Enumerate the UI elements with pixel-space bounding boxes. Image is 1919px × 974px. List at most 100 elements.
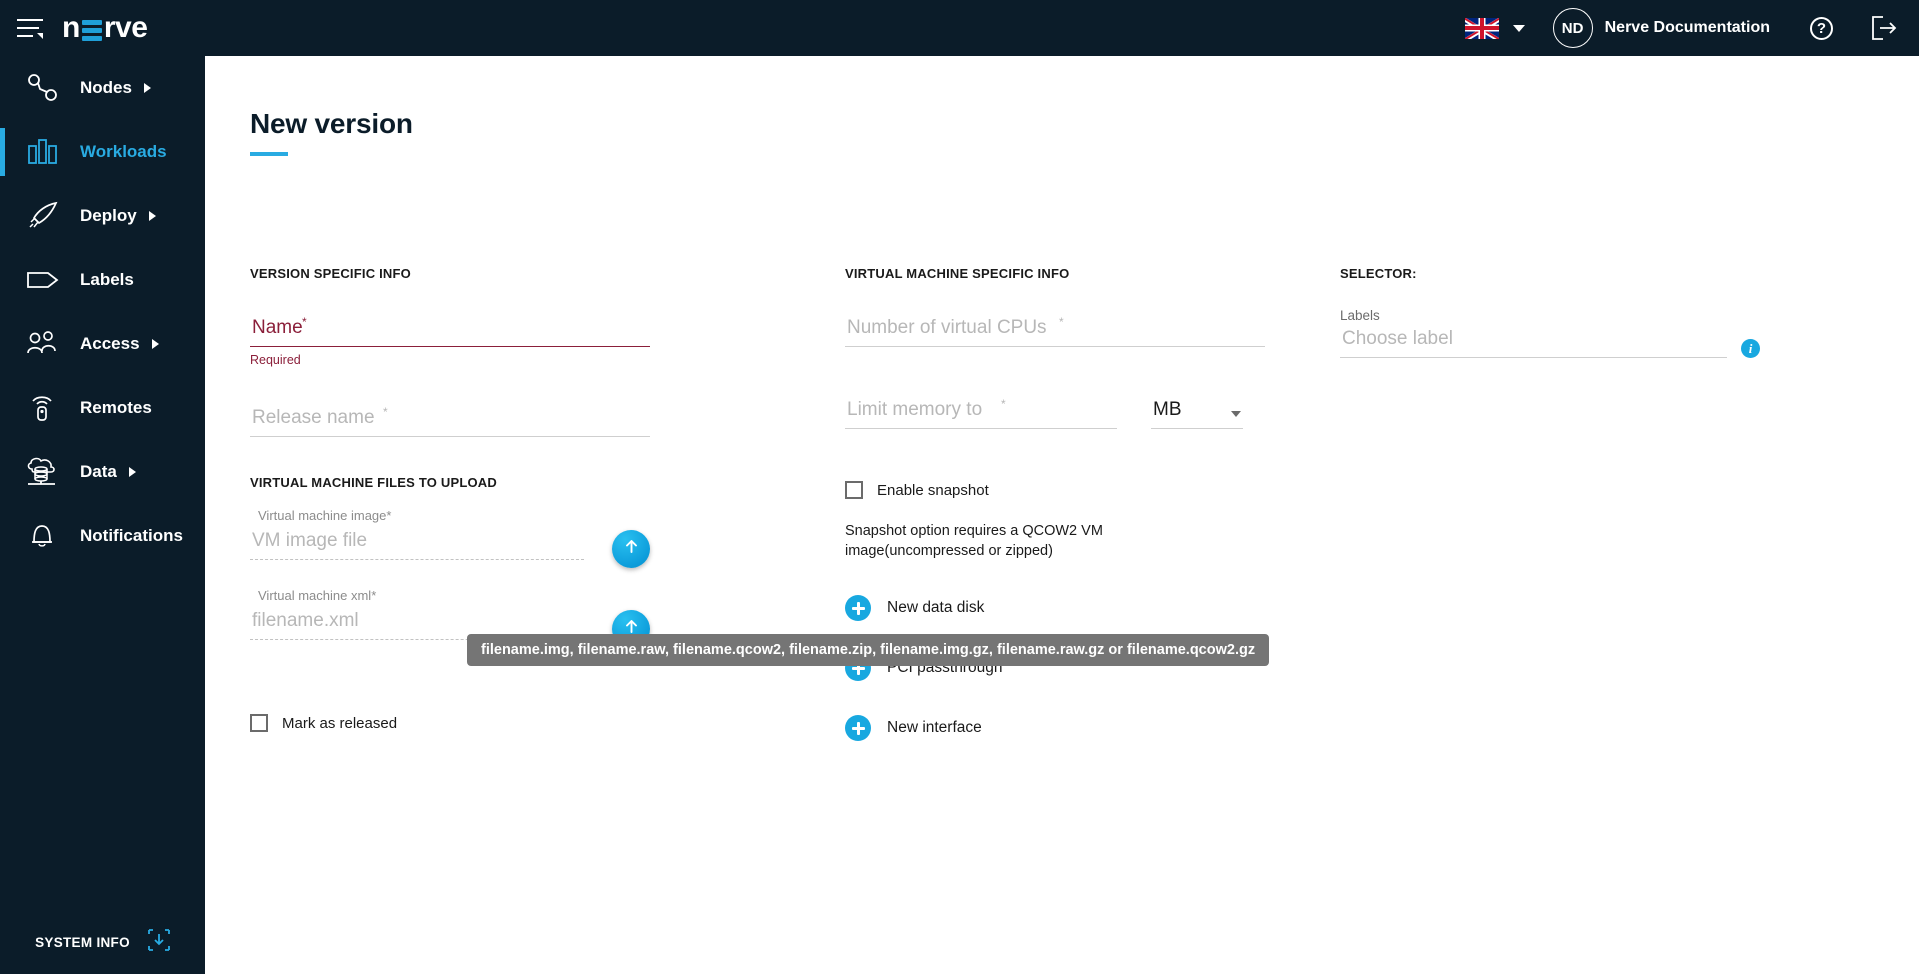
sidebar-item-remotes[interactable]: Remotes: [0, 376, 205, 440]
sidebar-item-nodes[interactable]: Nodes: [0, 56, 205, 120]
memory-field-wrapper: *: [845, 395, 1117, 429]
help-icon-glyph: ?: [1817, 20, 1826, 37]
system-info-button[interactable]: SYSTEM INFO: [0, 929, 205, 956]
language-selector[interactable]: [1465, 18, 1525, 39]
info-icon[interactable]: i: [1741, 339, 1760, 358]
sidebar-item-label: Remotes: [80, 398, 152, 418]
sidebar-item-data[interactable]: Data: [0, 440, 205, 504]
hamburger-icon[interactable]: [0, 0, 60, 56]
release-name-required-star: *: [383, 405, 388, 419]
choose-label-input[interactable]: [1340, 324, 1727, 358]
system-info-label: SYSTEM INFO: [35, 935, 130, 950]
avatar[interactable]: ND: [1553, 8, 1593, 48]
labels-row: Labels i: [1340, 308, 1760, 358]
help-icon[interactable]: ?: [1810, 17, 1833, 40]
sidebar-item-labels[interactable]: Labels: [0, 248, 205, 312]
new-interface-label: New interface: [887, 719, 982, 737]
snapshot-hint-text: Snapshot option requires a QCOW2 VM imag…: [845, 521, 1237, 561]
memory-required-star: *: [1001, 397, 1006, 411]
sidebar-item-label: Deploy: [80, 206, 137, 226]
chevron-right-icon: [149, 211, 156, 221]
sidebar-item-label: Notifications: [80, 526, 183, 546]
sidebar-item-label: Nodes: [80, 78, 132, 98]
release-name-field-wrapper: *: [250, 403, 650, 437]
release-name-input[interactable]: [250, 403, 650, 437]
sidebar-item-notifications[interactable]: Notifications: [0, 504, 205, 568]
memory-input[interactable]: [845, 395, 1117, 429]
new-data-disk-button[interactable]: New data disk: [845, 595, 1265, 621]
rocket-icon: [18, 191, 68, 241]
chevron-right-icon: [152, 339, 159, 349]
cloud-database-icon: [18, 447, 68, 497]
page-title-underline: [250, 152, 288, 156]
selector-section-title: SELECTOR:: [1340, 266, 1760, 281]
name-input[interactable]: [250, 313, 650, 347]
vm-image-input[interactable]: [250, 526, 584, 560]
name-required-star: *: [302, 315, 307, 329]
name-error-message: Required: [250, 353, 650, 367]
uk-flag-icon: [1465, 18, 1499, 39]
top-bar: n rve ND Nerve Documentation ?: [0, 0, 1919, 56]
mark-as-released-row[interactable]: Mark as released: [250, 714, 650, 732]
upload-arrow-icon: [623, 538, 640, 560]
vm-image-label: Virtual machine image*: [258, 508, 391, 523]
sidebar: Nodes Workloads Deploy: [0, 56, 205, 974]
vm-image-field-wrapper: Virtual machine image*: [250, 526, 584, 560]
mark-as-released-label: Mark as released: [282, 715, 397, 732]
sidebar-item-workloads[interactable]: Workloads: [0, 120, 205, 184]
new-interface-button[interactable]: New interface: [845, 715, 1265, 741]
chevron-down-icon[interactable]: [1231, 411, 1241, 417]
sidebar-item-label: Labels: [80, 270, 134, 290]
username-label: Nerve Documentation: [1605, 19, 1770, 37]
plus-icon: [845, 715, 871, 741]
sidebar-item-label: Workloads: [80, 142, 167, 162]
chevron-right-icon: [129, 467, 136, 477]
nodes-icon: [18, 63, 68, 113]
avatar-initials: ND: [1562, 20, 1584, 37]
plus-icon: [845, 595, 871, 621]
logout-icon[interactable]: [1871, 15, 1897, 41]
memory-row: * MB: [845, 395, 1265, 429]
brand-text-pre: n: [62, 11, 80, 45]
chevron-right-icon: [144, 83, 151, 93]
enable-snapshot-label: Enable snapshot: [877, 482, 989, 499]
vm-info-section-title: VIRTUAL MACHINE SPECIFIC INFO: [845, 266, 1265, 281]
version-info-section-title: VERSION SPECIFIC INFO: [250, 266, 650, 281]
sidebar-item-access[interactable]: Access: [0, 312, 205, 376]
vm-xml-label: Virtual machine xml*: [258, 588, 376, 603]
memory-unit-value[interactable]: MB: [1151, 395, 1243, 429]
brand-text-post: rve: [104, 11, 148, 45]
file-format-tooltip: filename.img, filename.raw, filename.qco…: [467, 634, 1269, 666]
main-content: New version VERSION SPECIFIC INFO * Requ…: [205, 56, 1919, 974]
brand-equals-icon: [82, 20, 102, 41]
vm-image-upload-button[interactable]: [612, 530, 650, 568]
labels-label: Labels: [1340, 308, 1727, 323]
vcpus-required-star: *: [1059, 315, 1064, 329]
sidebar-item-deploy[interactable]: Deploy: [0, 184, 205, 248]
brand-logo[interactable]: n rve: [62, 0, 147, 56]
name-field-wrapper: * Required: [250, 313, 650, 367]
download-icon[interactable]: [148, 929, 170, 956]
vm-specific-info-column: VIRTUAL MACHINE SPECIFIC INFO * * MB Ena…: [845, 266, 1265, 741]
sidebar-item-label: Data: [80, 462, 117, 482]
app-root: n rve ND Nerve Documentation ?: [0, 0, 1919, 974]
vcpus-field-wrapper: *: [845, 313, 1265, 347]
bell-icon: [18, 511, 68, 561]
workloads-icon: [18, 127, 68, 177]
tag-icon: [18, 255, 68, 305]
mark-as-released-checkbox[interactable]: [250, 714, 268, 732]
users-icon: [18, 319, 68, 369]
selector-column: SELECTOR: Labels i: [1340, 266, 1760, 358]
enable-snapshot-checkbox[interactable]: [845, 481, 863, 499]
memory-unit-select-wrapper[interactable]: MB: [1151, 395, 1243, 429]
sidebar-item-label: Access: [80, 334, 140, 354]
files-upload-section-title: VIRTUAL MACHINE FILES TO UPLOAD: [250, 475, 650, 490]
new-data-disk-label: New data disk: [887, 599, 984, 617]
top-bar-right: ND Nerve Documentation ?: [1465, 8, 1919, 48]
labels-field-wrapper: Labels: [1340, 308, 1727, 358]
enable-snapshot-row[interactable]: Enable snapshot: [845, 481, 1265, 499]
vcpus-input[interactable]: [845, 313, 1265, 347]
chevron-down-icon[interactable]: [1513, 25, 1525, 32]
vm-image-upload-row: Virtual machine image*: [250, 526, 650, 560]
page-title: New version: [250, 108, 413, 140]
